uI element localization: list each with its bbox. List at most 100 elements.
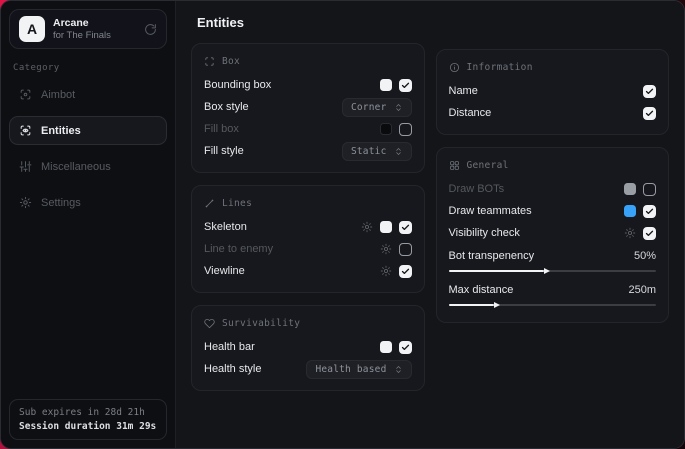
dropdown-value: Static: [351, 146, 387, 157]
health-bar-color-swatch[interactable]: [380, 341, 392, 353]
setting-row-distance: Distance: [449, 102, 657, 124]
line-to-enemy-gear-icon[interactable]: [380, 243, 392, 255]
slider-thumb[interactable]: [494, 302, 500, 308]
box-card: Box Bounding box Box style: [191, 43, 425, 173]
setting-row-fill-style: Fill style Static: [204, 140, 412, 162]
brand-card: A Arcane for The Finals: [9, 9, 167, 49]
page-title: Entities: [197, 15, 669, 30]
setting-row-health-bar: Health bar: [204, 336, 412, 358]
box-card-header: Box: [204, 56, 412, 67]
survivability-card-header: Survivability: [204, 318, 412, 329]
sub-expiry-text: Sub expires in 28d 21h: [19, 407, 157, 418]
skeleton-gear-icon[interactable]: [361, 221, 373, 233]
setting-row-draw-teammates: Draw teammates: [449, 200, 657, 222]
chevrons-up-down-icon: [394, 103, 403, 112]
brand-text: Arcane for The Finals: [53, 17, 111, 42]
check-icon: [401, 343, 410, 352]
slider-fill: [449, 270, 544, 272]
information-card-header: Information: [449, 62, 657, 73]
sidebar-item-settings[interactable]: Settings: [9, 188, 167, 217]
app-window: A Arcane for The Finals Category Aimbot: [0, 0, 685, 449]
grid-icon: [449, 160, 460, 171]
category-label: Category: [13, 63, 163, 73]
check-icon: [401, 223, 410, 232]
visibility-gear-icon[interactable]: [624, 227, 636, 239]
setting-row-fill-box: Fill box: [204, 118, 412, 140]
box-style-dropdown[interactable]: Corner: [342, 98, 412, 117]
app-name: Arcane: [53, 17, 111, 30]
info-icon: [449, 62, 460, 73]
setting-label: Health bar: [204, 341, 255, 353]
check-icon: [645, 229, 654, 238]
setting-row-health-style: Health style Health based: [204, 358, 412, 380]
diagonal-line-icon: [204, 198, 215, 209]
sidebar-item-label: Settings: [41, 197, 81, 209]
bounding-box-color-swatch[interactable]: [380, 79, 392, 91]
skeleton-checkbox[interactable]: [399, 221, 412, 234]
refresh-icon[interactable]: [144, 23, 157, 36]
app-subtitle: for The Finals: [53, 30, 111, 42]
setting-row-skeleton: Skeleton: [204, 216, 412, 238]
app-logo: A: [19, 16, 45, 42]
card-title: Survivability: [222, 318, 300, 329]
max-distance-label-row: Max distance 250m: [449, 280, 657, 300]
sidebar-item-aimbot[interactable]: Aimbot: [9, 80, 167, 109]
crosshair-icon: [19, 88, 32, 101]
health-bar-checkbox[interactable]: [399, 341, 412, 354]
bot-transparency-label-row: Bot transpenency 50%: [449, 246, 657, 266]
viewline-checkbox[interactable]: [399, 265, 412, 278]
draw-teammates-checkbox[interactable]: [643, 205, 656, 218]
setting-row-draw-bots: Draw BOTs: [449, 178, 657, 200]
main-panel: Entities Box Bounding box: [176, 1, 684, 448]
draw-bots-color-swatch[interactable]: [624, 183, 636, 195]
card-title: Lines: [222, 198, 252, 209]
slider-thumb[interactable]: [544, 268, 550, 274]
setting-row-box-style: Box style Corner: [204, 96, 412, 118]
max-distance-slider[interactable]: [449, 300, 657, 312]
fill-box-color-swatch[interactable]: [380, 123, 392, 135]
sidebar-item-label: Entities: [41, 125, 81, 137]
name-checkbox[interactable]: [643, 85, 656, 98]
draw-teammates-color-swatch[interactable]: [624, 205, 636, 217]
card-title: General: [467, 160, 509, 171]
general-card: General Draw BOTs Draw teammates: [436, 147, 670, 323]
setting-label: Viewline: [204, 265, 245, 277]
check-icon: [645, 109, 654, 118]
viewline-gear-icon[interactable]: [380, 265, 392, 277]
box-corners-icon: [204, 56, 215, 67]
lines-card: Lines Skeleton: [191, 185, 425, 293]
slider-track: [449, 270, 657, 272]
subscription-box: Sub expires in 28d 21h Session duration …: [9, 399, 167, 440]
scan-eye-icon: [19, 124, 32, 137]
chevrons-up-down-icon: [394, 365, 403, 374]
sidebar-item-entities[interactable]: Entities: [9, 116, 167, 145]
setting-label: Fill box: [204, 123, 239, 135]
sidebar-item-miscellaneous[interactable]: Miscellaneous: [9, 152, 167, 181]
setting-label: Name: [449, 85, 478, 97]
draw-bots-checkbox[interactable]: [643, 183, 656, 196]
setting-label: Visibility check: [449, 227, 520, 239]
setting-label: Bot transpenency: [449, 250, 535, 262]
dropdown-value: Health based: [315, 364, 386, 375]
fill-style-dropdown[interactable]: Static: [342, 142, 412, 161]
bot-transparency-value: 50%: [634, 250, 656, 262]
health-style-dropdown[interactable]: Health based: [306, 360, 411, 379]
sidebar: A Arcane for The Finals Category Aimbot: [1, 1, 176, 448]
fill-box-checkbox[interactable]: [399, 123, 412, 136]
check-icon: [645, 87, 654, 96]
line-to-enemy-checkbox[interactable]: [399, 243, 412, 256]
sidebar-item-label: Aimbot: [41, 89, 75, 101]
bot-transparency-slider[interactable]: [449, 266, 657, 278]
setting-label: Fill style: [204, 145, 244, 157]
bounding-box-checkbox[interactable]: [399, 79, 412, 92]
setting-label: Bounding box: [204, 79, 271, 91]
setting-row-bounding-box: Bounding box: [204, 74, 412, 96]
visibility-check-checkbox[interactable]: [643, 227, 656, 240]
skeleton-color-swatch[interactable]: [380, 221, 392, 233]
distance-checkbox[interactable]: [643, 107, 656, 120]
slider-fill: [449, 304, 495, 306]
setting-label: Skeleton: [204, 221, 247, 233]
survivability-card: Survivability Health bar Health style: [191, 305, 425, 391]
setting-row-line-to-enemy: Line to enemy: [204, 238, 412, 260]
gear-icon: [19, 196, 32, 209]
